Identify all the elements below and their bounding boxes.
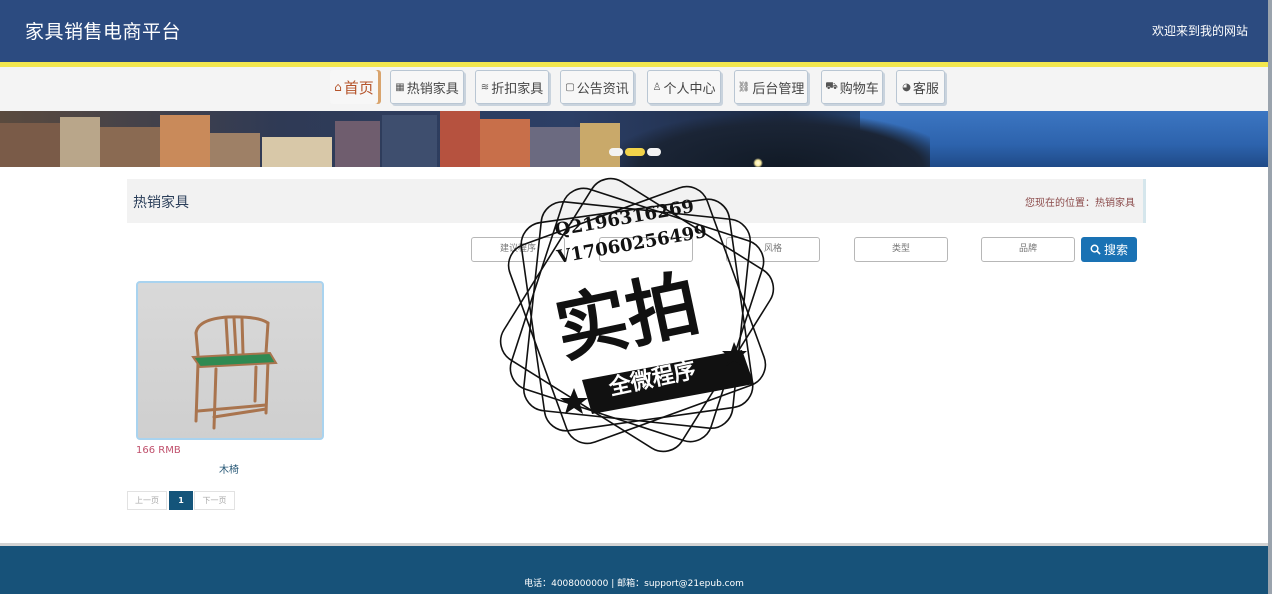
next-page-button[interactable]: 下一页 bbox=[194, 491, 235, 510]
watermark-stamp: Q2196316269 V17060256499 实拍 全微程序 bbox=[492, 170, 782, 460]
banner-light bbox=[753, 158, 763, 167]
search-button[interactable]: 搜索 bbox=[1081, 237, 1137, 262]
grid-icon: ▦ bbox=[395, 81, 405, 93]
nav-label: 客服 bbox=[912, 81, 939, 97]
search-button-label: 搜索 bbox=[1103, 243, 1128, 257]
chair-image bbox=[191, 315, 278, 430]
welcome-text: 欢迎来到我的网站 bbox=[1151, 24, 1248, 38]
carousel-dot-3[interactable] bbox=[647, 148, 661, 156]
prev-page-button[interactable]: 上一页 bbox=[127, 491, 167, 510]
search-input-type[interactable]: 类型 bbox=[854, 237, 948, 262]
breadcrumb: 您现在的位置：热销家具 bbox=[1025, 198, 1135, 209]
nav-home[interactable]: ⌂ 首页 bbox=[330, 70, 378, 104]
banner-house bbox=[580, 123, 620, 167]
section-title: 热销家具 bbox=[133, 195, 189, 211]
nav-label: 后台管理 bbox=[752, 81, 805, 97]
banner-house bbox=[335, 121, 380, 167]
site-header: 家具销售电商平台 欢迎来到我的网站 bbox=[0, 0, 1268, 62]
banner-house bbox=[60, 117, 100, 167]
page: 家具销售电商平台 欢迎来到我的网站 ⌂ 首页 ▦ 热销家具 ≋ 折扣家具 ▢ 公… bbox=[0, 0, 1272, 594]
main-nav: ⌂ 首页 ▦ 热销家具 ≋ 折扣家具 ▢ 公告资讯 ♙ 个人中心 ⛓ 后台管理 … bbox=[0, 67, 1268, 111]
site-footer: 电话：4008000000 | 邮箱：support@21epub.com bbox=[0, 546, 1268, 594]
banner-house bbox=[480, 119, 530, 167]
nav-label: 热销家具 bbox=[406, 81, 459, 97]
nav-customer-service[interactable]: ◕ 客服 bbox=[896, 70, 945, 104]
nav-cart[interactable]: ⛟ 购物车 bbox=[821, 70, 883, 104]
banner-house bbox=[160, 115, 210, 167]
nav-personal-center[interactable]: ♙ 个人中心 bbox=[647, 70, 721, 104]
nav-label: 首页 bbox=[343, 78, 374, 97]
link-icon: ⛓ bbox=[737, 81, 751, 93]
carousel-dot-2[interactable] bbox=[625, 148, 645, 156]
banner-house bbox=[440, 111, 480, 167]
banner-carousel[interactable] bbox=[0, 111, 1268, 167]
search-icon bbox=[1090, 244, 1101, 255]
nav-discount-furniture[interactable]: ≋ 折扣家具 bbox=[475, 70, 549, 104]
nav-label: 公告资讯 bbox=[576, 81, 629, 97]
chat-icon: ◕ bbox=[902, 81, 911, 93]
page-1-button[interactable]: 1 bbox=[169, 491, 193, 510]
note-icon: ▢ bbox=[565, 81, 575, 93]
banner-house bbox=[100, 127, 160, 167]
scrollbar[interactable] bbox=[1268, 0, 1272, 594]
banner-house bbox=[0, 123, 60, 167]
cart-icon: ⛟ bbox=[825, 80, 838, 92]
banner-house bbox=[210, 133, 260, 167]
nav-label: 购物车 bbox=[839, 81, 879, 97]
product-price: 166 RMB bbox=[136, 445, 181, 456]
nav-hot-furniture[interactable]: ▦ 热销家具 bbox=[390, 70, 464, 104]
home-icon: ⌂ bbox=[334, 80, 342, 94]
carousel-dot-1[interactable] bbox=[609, 148, 623, 156]
user-icon: ♙ bbox=[652, 81, 662, 93]
banner-house bbox=[382, 115, 437, 167]
search-input-brand[interactable]: 品牌 bbox=[981, 237, 1075, 262]
layers-icon: ≋ bbox=[480, 81, 490, 93]
nav-announcements[interactable]: ▢ 公告资讯 bbox=[560, 70, 634, 104]
banner-house bbox=[262, 137, 332, 167]
product-name[interactable]: 木椅 bbox=[219, 461, 239, 476]
banner-cliff bbox=[600, 111, 930, 167]
nav-label: 个人中心 bbox=[663, 81, 716, 97]
nav-admin[interactable]: ⛓ 后台管理 bbox=[734, 70, 808, 104]
site-title[interactable]: 家具销售电商平台 bbox=[25, 17, 181, 44]
banner-house bbox=[530, 127, 580, 167]
nav-label: 折扣家具 bbox=[491, 81, 544, 97]
product-image[interactable] bbox=[136, 281, 324, 440]
footer-contact: 电话：4008000000 | 邮箱：support@21epub.com bbox=[524, 579, 744, 589]
